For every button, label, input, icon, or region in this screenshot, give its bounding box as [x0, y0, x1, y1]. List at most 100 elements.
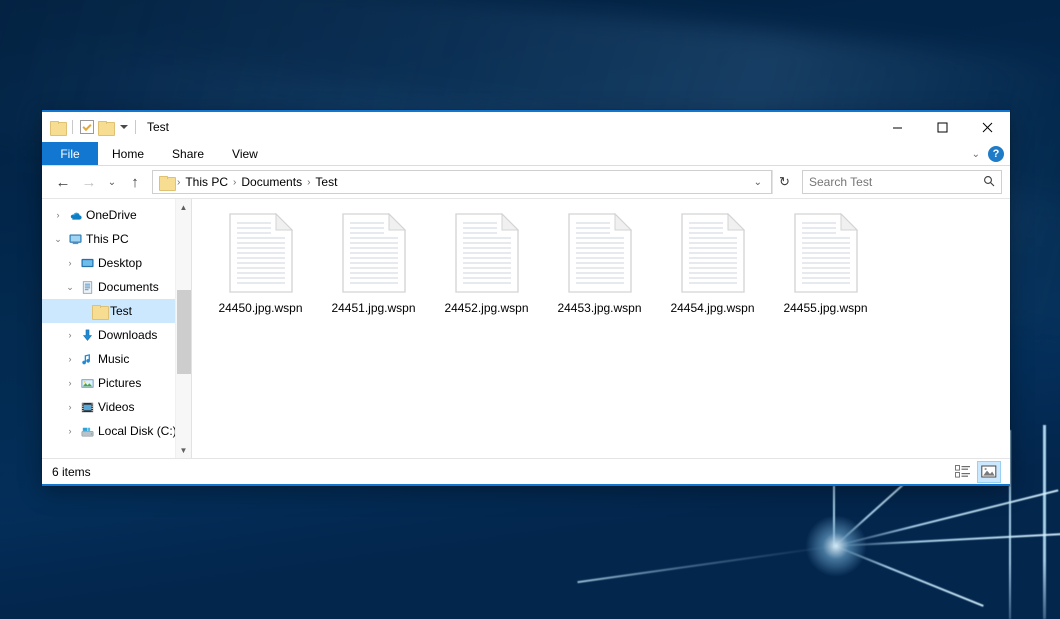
- ribbon-tab-bar: File Home Share View ⌄ ?: [42, 142, 1010, 166]
- chevron-right-icon[interactable]: ›: [50, 210, 66, 220]
- chevron-down-icon-this-pc[interactable]: ⌄: [50, 234, 66, 245]
- navigation-scrollbar[interactable]: ▲ ▼: [175, 199, 191, 458]
- sidebar-label-videos: Videos: [98, 400, 134, 414]
- file-item[interactable]: 24453.jpg.wspn: [543, 209, 656, 321]
- folder-tree: › OneDrive ⌄ This PC ›: [42, 199, 191, 443]
- breadcrumb-this-pc[interactable]: This PC: [181, 175, 232, 189]
- folder-icon-test: [90, 305, 108, 318]
- generic-document-icon: [342, 213, 406, 293]
- scroll-up-arrow-icon[interactable]: ▲: [176, 199, 192, 215]
- window-body: › OneDrive ⌄ This PC ›: [42, 198, 1010, 458]
- logo-ray-vertical-far: [1043, 425, 1046, 619]
- documents-icon: [78, 280, 96, 295]
- chevron-right-icon-pictures[interactable]: ›: [62, 378, 78, 388]
- chevron-right-icon-local-disk[interactable]: ›: [62, 426, 78, 436]
- details-view-button[interactable]: [952, 462, 974, 482]
- sidebar-label-pictures: Pictures: [98, 376, 141, 390]
- status-bar: 6 items: [42, 458, 1010, 484]
- sidebar-label-local-disk: Local Disk (C:): [98, 424, 177, 438]
- file-name: 24453.jpg.wspn: [557, 301, 641, 315]
- videos-film-icon: [78, 400, 96, 415]
- file-name: 24454.jpg.wspn: [670, 301, 754, 315]
- back-button[interactable]: ←: [50, 170, 76, 194]
- refresh-button[interactable]: ↻: [772, 170, 796, 194]
- sidebar-label-documents: Documents: [98, 280, 159, 294]
- generic-document-icon: [568, 213, 632, 293]
- local-disk-icon: [78, 424, 96, 439]
- address-bar-row: ← → ⌄ ↑ › This PC › Documents › Test ⌄ ↻…: [42, 166, 1010, 198]
- sidebar-item-test[interactable]: Test: [42, 299, 191, 323]
- sidebar-label-downloads: Downloads: [98, 328, 157, 342]
- desktop-background: Test File Home Share View ⌄ ?: [0, 0, 1060, 619]
- pictures-icon: [78, 376, 96, 391]
- title-bar: Test: [42, 112, 1010, 142]
- folder-icon[interactable]: [50, 121, 65, 134]
- sidebar-item-documents[interactable]: ⌄ Documents: [42, 275, 191, 299]
- sidebar-item-music[interactable]: › Music: [42, 347, 191, 371]
- sidebar-item-downloads[interactable]: › Downloads: [42, 323, 191, 347]
- file-item[interactable]: 24450.jpg.wspn: [204, 209, 317, 321]
- navigation-pane: › OneDrive ⌄ This PC ›: [42, 199, 192, 458]
- help-icon[interactable]: ?: [988, 146, 1004, 162]
- generic-document-icon: [229, 213, 293, 293]
- window-bottom-accent-line: [42, 484, 1010, 486]
- file-grid: 24450.jpg.wspn: [204, 209, 1010, 321]
- file-item[interactable]: 24452.jpg.wspn: [430, 209, 543, 321]
- generic-document-icon: [455, 213, 519, 293]
- onedrive-cloud-icon: [66, 208, 84, 223]
- chevron-right-icon-desktop[interactable]: ›: [62, 258, 78, 268]
- close-button[interactable]: [965, 112, 1010, 142]
- file-item[interactable]: 24455.jpg.wspn: [769, 209, 882, 321]
- file-explorer-window: Test File Home Share View ⌄ ?: [42, 110, 1010, 486]
- scrollbar-track[interactable]: [176, 215, 192, 442]
- tab-home[interactable]: Home: [98, 142, 158, 165]
- sidebar-item-desktop[interactable]: › Desktop: [42, 251, 191, 275]
- tab-share[interactable]: Share: [158, 142, 218, 165]
- search-input[interactable]: Search Test: [802, 170, 1002, 194]
- file-item[interactable]: 24451.jpg.wspn: [317, 209, 430, 321]
- up-button[interactable]: ↑: [122, 170, 148, 194]
- chevron-right-icon-music[interactable]: ›: [62, 354, 78, 364]
- maximize-button[interactable]: [920, 112, 965, 142]
- minimize-button[interactable]: [875, 112, 920, 142]
- window-controls: [875, 112, 1010, 142]
- address-folder-icon: [159, 176, 174, 189]
- sidebar-label-music: Music: [98, 352, 129, 366]
- sidebar-item-pictures[interactable]: › Pictures: [42, 371, 191, 395]
- large-icons-view-button[interactable]: [978, 462, 1000, 482]
- search-placeholder: Search Test: [809, 175, 983, 189]
- new-folder-icon[interactable]: [98, 121, 113, 134]
- downloads-arrow-icon: [78, 328, 96, 343]
- breadcrumb: › This PC › Documents › Test: [176, 175, 749, 189]
- tab-file[interactable]: File: [42, 142, 98, 165]
- chevron-down-icon[interactable]: ⌄: [972, 149, 980, 160]
- address-bar[interactable]: › This PC › Documents › Test ⌄: [152, 170, 772, 194]
- sidebar-item-local-disk[interactable]: › Local Disk (C:): [42, 419, 191, 443]
- address-dropdown-icon[interactable]: ⌄: [749, 177, 767, 188]
- chevron-right-icon-videos[interactable]: ›: [62, 402, 78, 412]
- sidebar-item-onedrive[interactable]: › OneDrive: [42, 203, 191, 227]
- desktop-monitor-icon: [78, 256, 96, 271]
- sidebar-item-videos[interactable]: › Videos: [42, 395, 191, 419]
- tab-view[interactable]: View: [218, 142, 272, 165]
- scroll-down-arrow-icon[interactable]: ▼: [176, 442, 192, 458]
- qat-divider-2: [135, 120, 136, 134]
- file-name: 24450.jpg.wspn: [218, 301, 302, 315]
- file-item[interactable]: 24454.jpg.wspn: [656, 209, 769, 321]
- breadcrumb-documents[interactable]: Documents: [237, 175, 306, 189]
- sidebar-label-test: Test: [110, 304, 132, 318]
- search-icon[interactable]: [983, 175, 995, 190]
- file-list-view[interactable]: 24450.jpg.wspn: [192, 199, 1010, 458]
- forward-button[interactable]: →: [76, 170, 102, 194]
- recent-locations-button[interactable]: ⌄: [102, 170, 122, 194]
- properties-check-icon[interactable]: [80, 120, 94, 134]
- generic-document-icon: [681, 213, 745, 293]
- music-note-icon: [78, 352, 96, 367]
- customize-caret-icon[interactable]: [120, 125, 128, 129]
- chevron-right-icon-downloads[interactable]: ›: [62, 330, 78, 340]
- sidebar-item-this-pc[interactable]: ⌄ This PC: [42, 227, 191, 251]
- chevron-down-icon-documents[interactable]: ⌄: [62, 282, 78, 293]
- scrollbar-thumb[interactable]: [177, 290, 191, 374]
- sidebar-label-onedrive: OneDrive: [86, 208, 137, 222]
- breadcrumb-test[interactable]: Test: [311, 175, 341, 189]
